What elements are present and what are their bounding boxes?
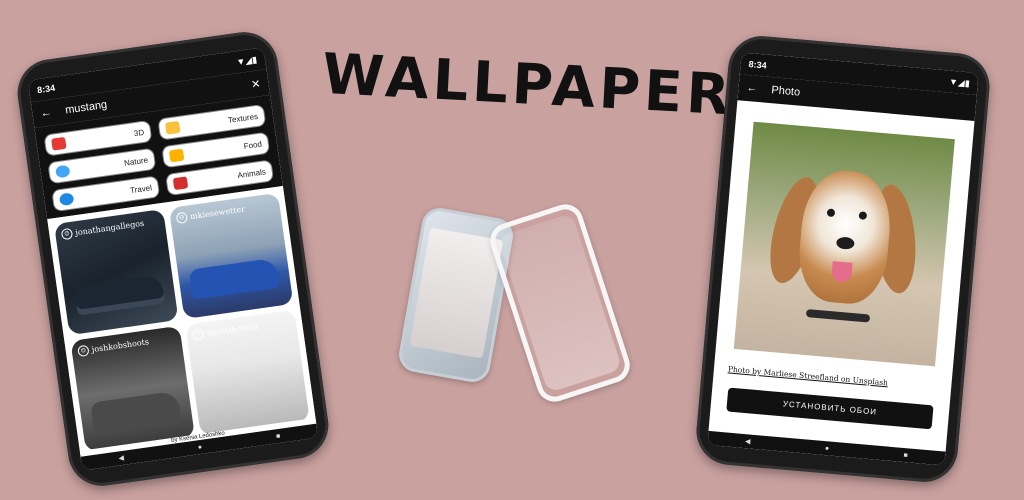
photo-card[interactable]: ☺ jonathangallegos <box>54 208 179 336</box>
back-arrow-icon[interactable]: ← <box>40 107 53 120</box>
set-wallpaper-button[interactable]: УСТАНОВИТЬ ОБОИ <box>726 387 934 430</box>
photo-author: meritthomas <box>206 321 259 338</box>
animal-icon <box>172 176 189 191</box>
home-icon[interactable]: ● <box>197 443 202 451</box>
home-icon[interactable]: ● <box>825 445 830 452</box>
user-icon: ☺ <box>175 211 189 225</box>
photo-screen: 8:34 ▼◢▮ ← Photo Photo by Marliese Stree… <box>707 52 979 466</box>
back-arrow-icon[interactable]: ← <box>746 82 758 95</box>
signal-icon: ▼◢▮ <box>948 76 971 88</box>
food-icon <box>168 148 185 163</box>
close-icon[interactable]: ✕ <box>250 77 261 91</box>
search-screen: 8:34 ▼◢▮ ← mustang ✕ 3D Textures Nature <box>27 47 319 471</box>
car-image <box>73 273 166 316</box>
photo-card[interactable]: ☺ meritthomas <box>185 309 310 436</box>
globe-icon <box>54 164 71 179</box>
palette-icon <box>164 120 181 135</box>
globe-icon <box>58 192 75 207</box>
camera-icon <box>51 136 67 151</box>
photo-author: joshkobshoots <box>91 337 150 355</box>
logo-phone-white <box>485 199 635 407</box>
photo-author: jonathangallegos <box>74 218 145 238</box>
back-icon[interactable]: ◀ <box>118 454 124 463</box>
system-nav-bar: ◀ ● ■ <box>707 430 946 466</box>
user-icon: ☺ <box>192 328 205 341</box>
dog-photo <box>733 121 955 367</box>
status-time: 8:34 <box>36 82 56 96</box>
photo-frame <box>727 115 962 373</box>
signal-icon: ▼◢▮ <box>235 53 258 67</box>
user-icon: ☺ <box>60 227 74 241</box>
car-image <box>90 390 182 433</box>
user-icon: ☺ <box>77 344 90 358</box>
search-phone-mockup: 8:34 ▼◢▮ ← mustang ✕ 3D Textures Nature <box>13 27 333 491</box>
photo-card[interactable]: ☺ mkiesewetter <box>168 192 294 319</box>
photo-author: mkiesewetter <box>189 204 246 222</box>
status-time: 8:34 <box>748 59 768 71</box>
recents-icon[interactable]: ■ <box>276 432 281 440</box>
photo-card[interactable]: ☺ joshkobshoots <box>70 325 195 452</box>
photo-phone-mockup: 8:34 ▼◢▮ ← Photo Photo by Marliese Stree… <box>693 33 993 485</box>
back-icon[interactable]: ◀ <box>745 437 751 445</box>
headline: WALLPAPER <box>320 41 736 129</box>
car-image <box>188 257 280 300</box>
photo-grid: ☺ jonathangallegos ☺ mkiesewetter ☺ joshkob… <box>47 185 317 459</box>
recents-icon[interactable]: ■ <box>903 452 908 459</box>
